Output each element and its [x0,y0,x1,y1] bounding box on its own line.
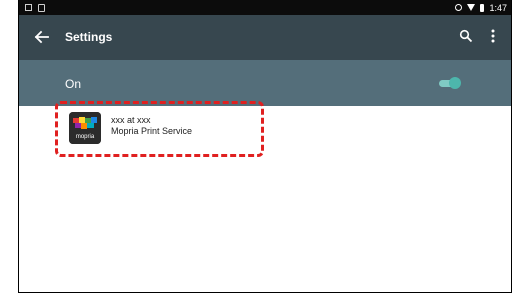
toolbar: Settings [19,15,511,60]
printer-list-item[interactable]: mopria xxx at xxx Mopria Print Service [69,112,245,146]
more-vert-icon[interactable] [489,28,497,44]
status-right: 1:47 [455,1,507,14]
service-toggle[interactable] [439,76,461,90]
status-left [25,3,45,12]
master-switch-bar[interactable]: On [19,60,511,106]
arrow-left-icon[interactable] [33,29,49,45]
image-icon [38,3,45,12]
printer-name: xxx at xxx [111,115,151,125]
mopria-logo-text: mopria [76,134,95,140]
search-icon[interactable] [459,29,473,43]
status-bar: 1:47 [19,0,511,15]
toggle-thumb [449,77,461,89]
sync-icon [455,4,463,11]
printer-text: xxx at xxx Mopria Print Service [111,115,192,137]
device-screen: 1:47 Settings On mopria xxx at xxx Mopri… [18,0,512,293]
battery-icon [480,3,485,12]
status-time: 1:47 [489,2,507,13]
page-title: Settings [65,30,113,44]
switch-label: On [65,77,82,91]
wifi-icon [467,4,476,11]
notification-icon [25,4,32,11]
mopria-icon: mopria [69,112,101,144]
mopria-logo: mopria [69,112,101,144]
printer-service: Mopria Print Service [111,126,193,136]
